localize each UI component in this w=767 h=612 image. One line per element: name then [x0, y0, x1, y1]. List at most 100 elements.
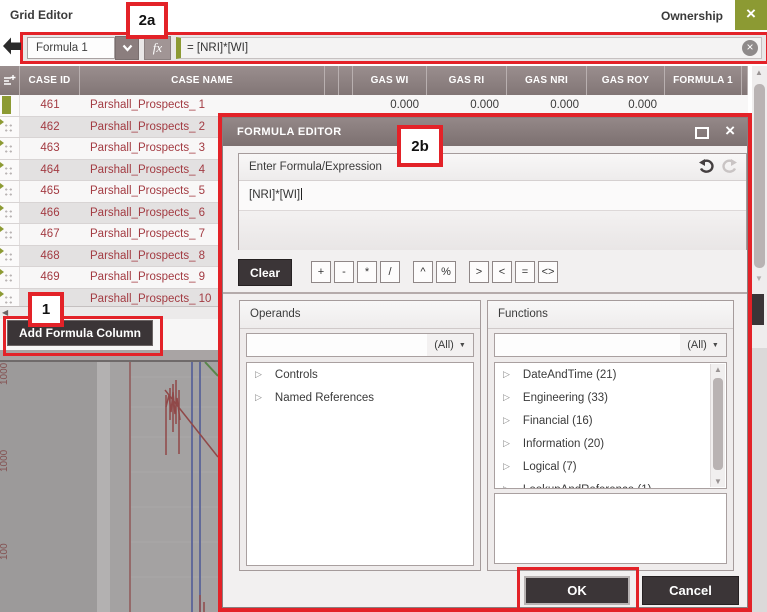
formula-selector-dropdown-button[interactable] [115, 36, 139, 60]
operator-button[interactable]: - [334, 261, 354, 283]
expander-icon[interactable]: ▷ [503, 415, 510, 426]
row-gutter[interactable] [0, 95, 20, 116]
column-header-gas-roy[interactable]: GAS ROY [587, 66, 665, 95]
column-header-spacer[interactable] [742, 66, 748, 95]
operator-button[interactable]: % [436, 261, 456, 283]
operand-tree-item[interactable]: ▷ Named References [247, 386, 473, 409]
operands-tree: ▷ Controls ▷ Named References [246, 362, 474, 566]
row-gutter[interactable] [0, 116, 20, 137]
function-tree-item[interactable]: ▷ Engineering (33) [495, 386, 726, 409]
clear-formula-button[interactable]: × [742, 40, 758, 56]
undo-icon[interactable] [698, 159, 714, 173]
expander-icon[interactable]: ▷ [503, 392, 510, 403]
drag-handle-icon[interactable] [4, 165, 13, 176]
operator-button[interactable]: ^ [413, 261, 433, 283]
scroll-down-icon[interactable]: ▼ [755, 274, 763, 283]
expander-icon[interactable]: ▷ [255, 392, 262, 403]
expander-icon[interactable]: ▷ [503, 461, 510, 472]
case-id-cell[interactable]: 463 [20, 138, 80, 159]
operator-button[interactable]: * [357, 261, 377, 283]
row-gutter[interactable] [0, 288, 20, 306]
grid-corner-cell[interactable] [0, 66, 20, 95]
functions-search-input[interactable] [495, 334, 680, 356]
operands-filter-dropdown[interactable]: (All) ▼ [427, 334, 473, 356]
column-header-gas-nri[interactable]: GAS NRI [507, 66, 587, 95]
function-tree-item[interactable]: ▷ LookupAndReference (1) [495, 478, 726, 489]
operator-button[interactable]: = [515, 261, 535, 283]
formula-input[interactable]: [NRI]*[WI] [239, 181, 746, 211]
column-header-gas-wi[interactable]: GAS WI [353, 66, 427, 95]
drag-handle-icon[interactable] [4, 294, 13, 305]
redo-icon[interactable] [722, 159, 738, 173]
maximize-icon[interactable] [695, 127, 709, 139]
drag-handle-icon[interactable] [4, 187, 13, 197]
grid-header: CASE ID CASE NAME GAS WI GAS RI GAS NRI GAS R… [0, 66, 748, 95]
cancel-button[interactable]: Cancel [642, 576, 739, 605]
row-gutter[interactable] [0, 181, 20, 202]
back-button[interactable] [2, 36, 22, 61]
row-gutter[interactable] [0, 138, 20, 159]
drag-handle-icon[interactable] [4, 230, 13, 240]
column-header-formula-1[interactable]: FORMULA 1 [665, 66, 742, 95]
operator-button[interactable]: < [492, 261, 512, 283]
operand-tree-item[interactable]: ▷ Controls [247, 363, 473, 386]
drag-handle-icon[interactable] [4, 273, 13, 283]
fx-button[interactable]: fx [144, 36, 171, 60]
row-gutter[interactable] [0, 267, 20, 288]
annotation-2b: 2b [397, 125, 443, 167]
scrollbar-thumb[interactable] [754, 84, 765, 268]
column-header-spacer[interactable] [325, 66, 339, 95]
expander-icon[interactable]: ▷ [503, 484, 510, 488]
scroll-up-icon[interactable]: ▲ [714, 365, 722, 374]
scroll-down-icon[interactable]: ▼ [714, 477, 722, 486]
case-id-cell[interactable]: 468 [20, 246, 80, 267]
case-id-cell[interactable]: 467 [20, 224, 80, 245]
row-gutter[interactable] [0, 202, 20, 223]
operator-button[interactable]: <> [538, 261, 558, 283]
case-id-cell[interactable]: 465 [20, 181, 80, 202]
scrollbar-thumb[interactable] [713, 378, 723, 470]
formula-selector[interactable]: Formula 1 [27, 37, 115, 59]
row-gutter[interactable] [0, 224, 20, 245]
window-close-button[interactable]: × [735, 0, 767, 30]
row-gutter[interactable] [0, 245, 20, 266]
function-item-label: DateAndTime (21) [522, 368, 617, 381]
case-id-cell[interactable]: 461 [20, 95, 80, 116]
case-id-cell[interactable]: 466 [20, 203, 80, 224]
drag-handle-icon[interactable] [4, 144, 13, 154]
expander-icon[interactable]: ▷ [255, 369, 262, 380]
case-id-cell[interactable]: 464 [20, 160, 80, 181]
function-tree-item[interactable]: ▷ Logical (7) [495, 455, 726, 478]
operator-button[interactable]: + [311, 261, 331, 283]
clear-button[interactable]: Clear [238, 259, 292, 286]
function-tree-item[interactable]: ▷ Information (20) [495, 432, 726, 455]
hidden-button-sliver [752, 294, 764, 325]
operator-button[interactable]: > [469, 261, 489, 283]
column-header-gas-ri[interactable]: GAS RI [427, 66, 507, 95]
expander-icon[interactable]: ▷ [503, 438, 510, 449]
selected-row-marker [2, 96, 11, 114]
expander-icon[interactable]: ▷ [503, 369, 510, 380]
dialog-close-button[interactable]: × [725, 121, 735, 141]
column-header-case-name[interactable]: CASE NAME [80, 66, 325, 95]
scroll-up-icon[interactable]: ▲ [755, 68, 763, 77]
operands-search-input[interactable] [247, 334, 427, 356]
column-header-spacer[interactable] [339, 66, 353, 95]
functions-filter-dropdown[interactable]: (All) ▼ [680, 334, 726, 356]
ok-button[interactable]: OK [524, 576, 630, 605]
functions-scrollbar[interactable]: ▲ ▼ [710, 364, 725, 487]
row-gutter[interactable] [0, 159, 20, 180]
case-id-cell[interactable]: 462 [20, 117, 80, 138]
operator-button[interactable]: / [380, 261, 400, 283]
formula-expression-field[interactable]: = [NRI]*[WI] × [176, 37, 762, 59]
function-tree-item[interactable]: ▷ Financial (16) [495, 409, 726, 432]
drag-handle-icon[interactable] [4, 122, 13, 133]
axis-tick-label: 100 [0, 543, 10, 560]
case-id-cell[interactable]: 469 [20, 267, 80, 288]
function-tree-item[interactable]: ▷ DateAndTime (21) [495, 363, 726, 386]
drag-handle-icon[interactable] [4, 251, 13, 262]
operands-filter-value: (All) [434, 339, 454, 351]
scroll-left-icon[interactable]: ◀ [2, 308, 8, 317]
column-header-case-id[interactable]: CASE ID [20, 66, 80, 95]
drag-handle-icon[interactable] [4, 208, 13, 219]
